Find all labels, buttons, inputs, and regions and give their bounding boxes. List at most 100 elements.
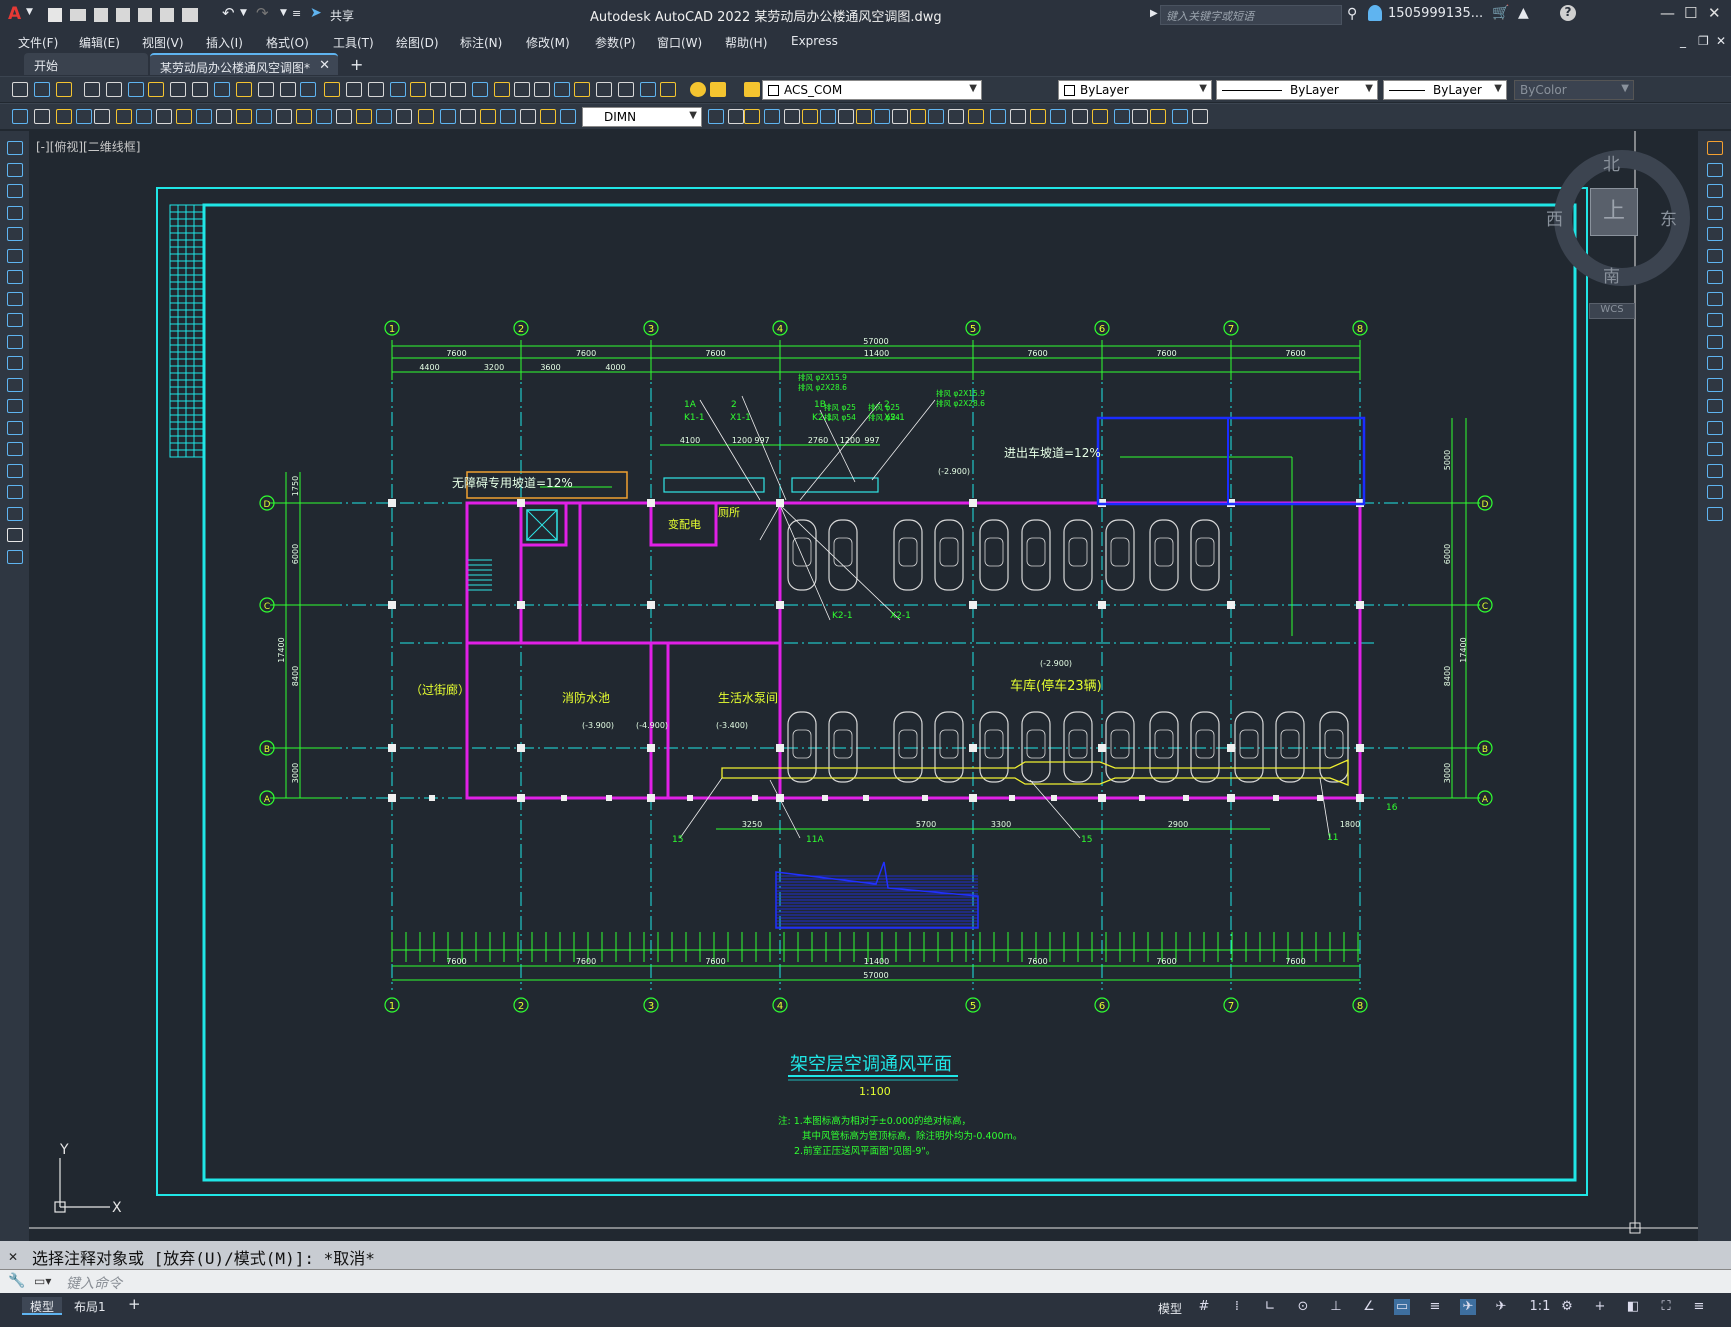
standard-tool-icon[interactable] — [192, 82, 208, 97]
status-toggle-icon[interactable]: ⊙ — [1295, 1299, 1311, 1315]
standard-tool-icon[interactable] — [618, 82, 634, 97]
modify-tool-icon[interactable] — [744, 109, 760, 124]
save-web-icon[interactable] — [160, 8, 174, 22]
status-toggle-icon[interactable]: ▭ — [1394, 1299, 1410, 1315]
add-layout-icon[interactable]: + — [128, 1295, 141, 1313]
standard-tool-icon[interactable] — [280, 82, 296, 97]
standard-tool-icon[interactable] — [596, 82, 612, 97]
modify-tool-icon[interactable] — [856, 109, 872, 124]
status-toggle-icon[interactable]: ⛶ — [1658, 1299, 1674, 1315]
standard-tool-icon[interactable] — [56, 82, 72, 97]
status-toggle-icon[interactable]: ≡ — [1427, 1299, 1443, 1315]
layout-tab-model[interactable]: 模型 — [22, 1297, 63, 1315]
modify-tool-icon[interactable] — [1707, 227, 1723, 241]
menu-help[interactable]: 帮助(H) — [725, 34, 767, 51]
layer-combo[interactable]: ACS_COM ▼ — [762, 80, 982, 100]
status-toggle-icon[interactable]: + — [1592, 1299, 1608, 1315]
new-icon[interactable] — [48, 8, 62, 22]
minimize-icon[interactable]: — — [1660, 4, 1675, 22]
modify-tool-icon[interactable] — [838, 109, 854, 124]
standard-tool-icon[interactable] — [170, 82, 186, 97]
draw-tool-icon[interactable] — [7, 485, 23, 499]
menu-edit[interactable]: 编辑(E) — [79, 34, 120, 51]
modify-tool-icon[interactable] — [892, 109, 908, 124]
modify-tool-icon[interactable] — [1150, 109, 1166, 124]
compass-south[interactable]: 南 — [1603, 262, 1620, 287]
doc-close-icon[interactable]: ✕ — [1716, 34, 1726, 48]
command-wrench-icon[interactable]: 🔧 — [8, 1273, 25, 1289]
dimension-tool-icon[interactable] — [94, 109, 110, 124]
dimension-tool-icon[interactable] — [276, 109, 292, 124]
modify-tool-icon[interactable] — [1030, 109, 1046, 124]
dimension-tool-icon[interactable] — [480, 109, 496, 124]
command-close-icon[interactable]: ✕ — [8, 1250, 18, 1264]
standard-tool-icon[interactable] — [640, 82, 656, 97]
standard-tool-icon[interactable] — [346, 82, 362, 97]
status-toggle-icon[interactable]: # — [1196, 1299, 1212, 1315]
standard-tool-icon[interactable] — [534, 82, 550, 97]
logo-dropdown-icon[interactable]: ▼ — [26, 7, 33, 17]
dimension-tool-icon[interactable] — [296, 109, 312, 124]
standard-tool-icon[interactable] — [430, 82, 446, 97]
modify-tool-icon[interactable] — [1092, 109, 1108, 124]
modify-tool-icon[interactable] — [1707, 141, 1723, 155]
modify-tool-icon[interactable] — [1707, 291, 1723, 306]
dimension-tool-icon[interactable] — [540, 109, 556, 124]
dimension-tool-icon[interactable] — [316, 109, 332, 124]
dimension-tool-icon[interactable] — [500, 109, 516, 124]
standard-tool-icon[interactable] — [574, 82, 590, 97]
standard-tool-icon[interactable] — [390, 82, 406, 97]
close-icon[interactable]: ✕ — [1708, 4, 1721, 22]
modify-tool-icon[interactable] — [820, 109, 836, 124]
draw-tool-icon[interactable] — [7, 528, 23, 542]
menu-draw[interactable]: 绘图(D) — [396, 34, 439, 51]
standard-tool-icon[interactable] — [34, 82, 50, 97]
dimension-tool-icon[interactable] — [236, 109, 252, 124]
help-icon[interactable]: ? — [1560, 5, 1576, 21]
modify-tool-icon[interactable] — [948, 109, 964, 124]
modify-tool-icon[interactable] — [708, 109, 724, 124]
doc-restore-icon[interactable]: ❐ — [1698, 34, 1709, 48]
draw-tool-icon[interactable] — [7, 162, 23, 177]
tab-start[interactable]: 开始 — [24, 53, 148, 75]
modify-tool-icon[interactable] — [1707, 377, 1723, 392]
dimension-tool-icon[interactable] — [376, 109, 392, 124]
layer-lock-icon[interactable] — [744, 82, 760, 97]
modify-tool-icon[interactable] — [802, 109, 818, 124]
menu-dimension[interactable]: 标注(N) — [460, 34, 502, 51]
tab-drawing[interactable]: 某劳动局办公楼通风空调图* ✕ — [150, 53, 338, 75]
modify-tool-icon[interactable] — [1172, 109, 1188, 124]
standard-tool-icon[interactable] — [84, 82, 100, 97]
color-combo[interactable]: ByLayer ▼ — [1058, 80, 1212, 100]
dimension-tool-icon[interactable] — [418, 109, 434, 124]
modify-tool-icon[interactable] — [910, 109, 926, 124]
share-icon[interactable]: ➤ — [310, 5, 322, 21]
dimstyle-combo[interactable]: DIMN ▼ — [582, 107, 702, 127]
tab-close-icon[interactable]: ✕ — [319, 58, 330, 73]
modify-tool-icon[interactable] — [1707, 184, 1723, 198]
modify-tool-icon[interactable] — [1707, 463, 1723, 478]
modify-tool-icon[interactable] — [764, 109, 780, 124]
modify-tool-icon[interactable] — [1707, 248, 1723, 263]
draw-tool-icon[interactable] — [7, 463, 23, 478]
open-icon[interactable] — [70, 9, 86, 21]
modify-tool-icon[interactable] — [1707, 420, 1723, 435]
draw-tool-icon[interactable] — [7, 506, 23, 521]
modify-tool-icon[interactable] — [1707, 270, 1723, 284]
draw-tool-icon[interactable] — [7, 227, 23, 241]
status-toggle-icon[interactable]: ∠ — [1361, 1299, 1377, 1315]
draw-tool-icon[interactable] — [7, 205, 23, 220]
dimension-tool-icon[interactable] — [520, 109, 536, 124]
share-button[interactable]: 共享 — [330, 7, 354, 24]
command-recent-icon[interactable]: ▭▾ — [34, 1274, 51, 1288]
search-icon[interactable]: ⚲ — [1347, 6, 1357, 22]
dimension-tool-icon[interactable] — [136, 109, 152, 124]
maximize-icon[interactable]: ☐ — [1684, 4, 1697, 22]
standard-tool-icon[interactable] — [494, 82, 510, 97]
compass-east[interactable]: 东 — [1660, 205, 1677, 230]
viewcube-top-face[interactable]: 上 — [1590, 188, 1638, 236]
dimension-tool-icon[interactable] — [216, 109, 232, 124]
status-toggle-icon[interactable]: ✈ — [1493, 1299, 1509, 1315]
draw-tool-icon[interactable] — [7, 356, 23, 370]
menu-window[interactable]: 窗口(W) — [657, 34, 702, 51]
